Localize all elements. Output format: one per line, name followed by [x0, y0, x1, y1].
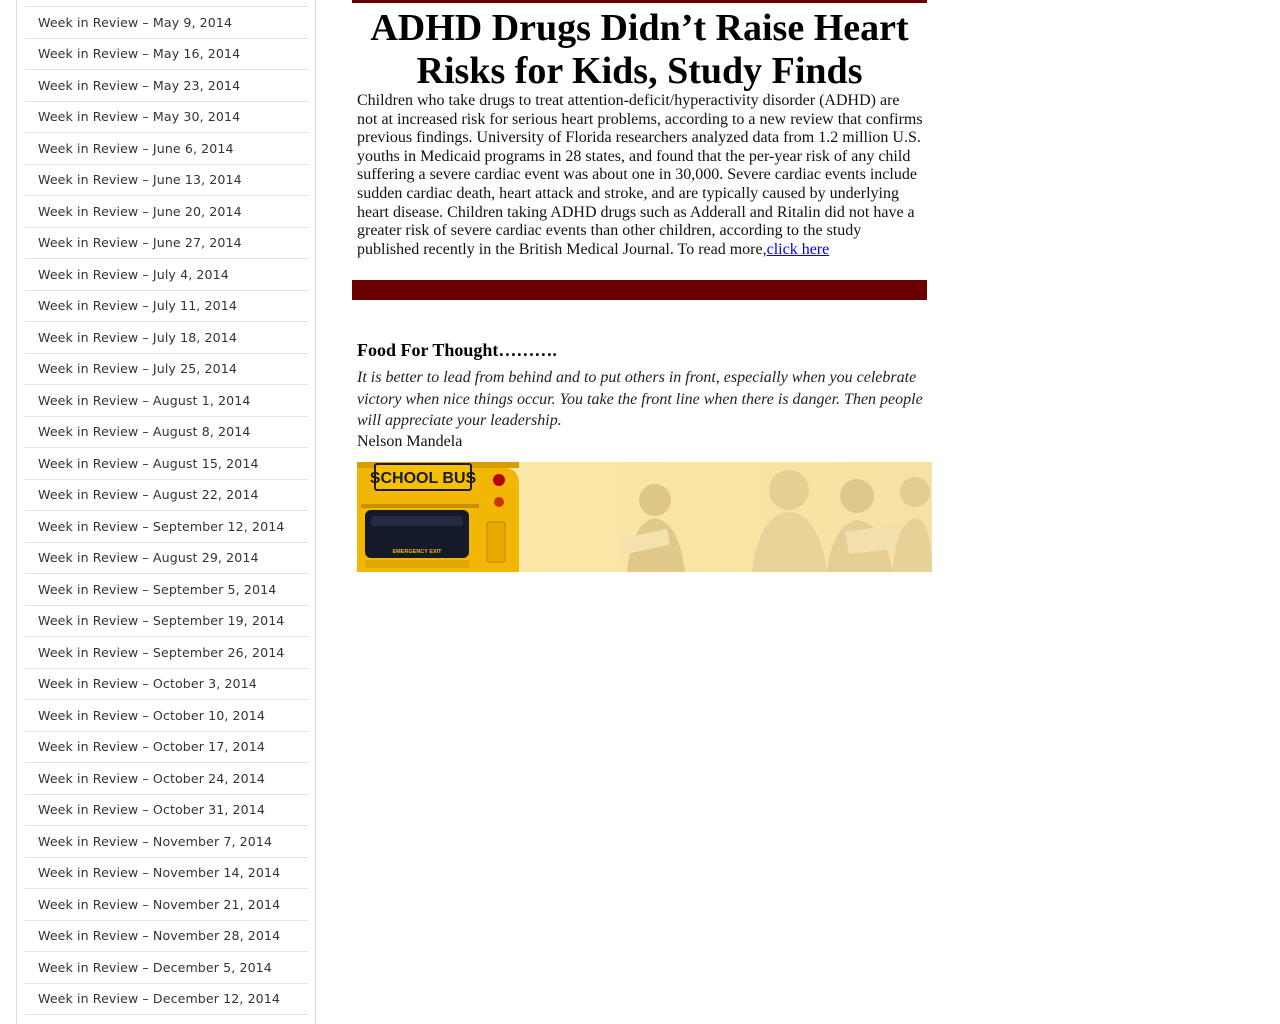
article-headline: ADHD Drugs Didn’t Raise Heart Risks for …: [370, 7, 909, 92]
archive-list-item: Week in Review – August 15, 2014: [25, 447, 308, 479]
archive-link[interactable]: Week in Review – September 19, 2014: [25, 613, 284, 628]
article-body: Children who take drugs to treat attenti…: [357, 92, 923, 259]
archive-link[interactable]: Week in Review – August 1, 2014: [25, 393, 250, 408]
archive-list-item: Week in Review – August 1, 2014: [25, 384, 308, 416]
top-divider: [352, 0, 927, 3]
archive-link[interactable]: Week in Review – August 15, 2014: [25, 456, 259, 471]
archive-list-item: Week in Review – November 14, 2014: [25, 856, 308, 889]
archive-link[interactable]: Week in Review – May 30, 2014: [25, 109, 240, 124]
archive-list-item: Week in Review – November 7, 2014: [25, 825, 308, 857]
archive-list-item: Week in Review – December 12, 2014: [25, 982, 308, 1015]
quote-author: Nelson Mandela: [357, 433, 463, 450]
bus-door-label: EMERGENCY EXIT: [392, 549, 442, 555]
archive-list-item: Week in Review – July 25, 2014: [25, 352, 308, 385]
archive-link[interactable]: Week in Review – September 5, 2014: [25, 582, 276, 597]
archive-list-item: Week in Review – October 17, 2014: [25, 730, 308, 763]
archive-link[interactable]: Week in Review – August 22, 2014: [25, 487, 259, 502]
archive-link[interactable]: Week in Review – November 7, 2014: [25, 834, 272, 849]
archive-link[interactable]: Week in Review – September 12, 2014: [25, 519, 284, 534]
archive-link[interactable]: Week in Review – June 27, 2014: [25, 235, 242, 250]
archive-link[interactable]: Week in Review – May 9, 2014: [25, 15, 232, 30]
school-banner-graphic: SCHOOL BUS EMERGENCY EXIT: [357, 462, 932, 572]
archive-link[interactable]: Week in Review – November 14, 2014: [25, 865, 280, 880]
archive-list-item: Week in Review – May 16, 2014: [25, 37, 308, 70]
archive-list-item: Week in Review – October 10, 2014: [25, 699, 308, 731]
school-banner-image: SCHOOL BUS EMERGENCY EXIT: [357, 462, 932, 572]
archive-list-item: Week in Review – September 5, 2014: [25, 573, 308, 605]
archive-link[interactable]: Week in Review – August 29, 2014: [25, 550, 259, 565]
archive-list-item: Week in Review – September 12, 2014: [25, 510, 308, 542]
food-for-thought-quote: It is better to lead from behind and to …: [357, 369, 923, 429]
school-bus-sign-text: SCHOOL BUS: [370, 470, 477, 487]
archive-link[interactable]: Week in Review – July 25, 2014: [25, 361, 237, 376]
archive-link[interactable]: Week in Review – July 18, 2014: [25, 330, 237, 345]
archive-list-item: Week in Review – May 30, 2014: [25, 100, 308, 133]
archive-link[interactable]: Week in Review – June 13, 2014: [25, 172, 242, 187]
archive-link[interactable]: Week in Review – June 20, 2014: [25, 204, 242, 219]
archive-list-item: Week in Review – October 24, 2014: [25, 762, 308, 794]
archive-list-item: Week in Review – July 11, 2014: [25, 289, 308, 322]
archive-link[interactable]: Week in Review – November 28, 2014: [25, 928, 280, 943]
archive-list: Week in Review – May 9, 2014 Week in Revi…: [25, 6, 308, 1015]
sidebar-archive: Week in Review – May 9, 2014 Week in Revi…: [16, 0, 316, 1024]
bus-light: [493, 474, 505, 486]
archive-link[interactable]: Week in Review – May 23, 2014: [25, 78, 240, 93]
archive-link[interactable]: Week in Review – May 16, 2014: [25, 46, 240, 61]
archive-list-item: Week in Review – September 19, 2014: [25, 604, 308, 637]
archive-link[interactable]: Week in Review – July 11, 2014: [25, 298, 237, 313]
archive-link[interactable]: Week in Review – June 6, 2014: [25, 141, 234, 156]
archive-list-item: Week in Review – September 26, 2014: [25, 636, 308, 668]
archive-list-item: Week in Review – June 6, 2014: [25, 132, 308, 164]
archive-list-item: Week in Review – October 3, 2014: [25, 667, 308, 700]
read-more-link[interactable]: click here: [767, 241, 830, 258]
archive-list-item: Week in Review – June 27, 2014: [25, 226, 308, 259]
archive-list-item: Week in Review – October 31, 2014: [25, 793, 308, 826]
archive-link[interactable]: Week in Review – October 17, 2014: [25, 739, 265, 754]
school-bus-illustration: SCHOOL BUS EMERGENCY EXIT: [357, 462, 519, 572]
archive-list-item: Week in Review – June 13, 2014: [25, 163, 308, 196]
archive-list-item: Week in Review – August 29, 2014: [25, 541, 308, 574]
archive-link[interactable]: Week in Review – August 8, 2014: [25, 424, 250, 439]
archive-list-item: Week in Review – November 28, 2014: [25, 919, 308, 952]
section-divider-bar: [352, 280, 927, 300]
archive-list-item: Week in Review – November 21, 2014: [25, 888, 308, 920]
archive-link[interactable]: Week in Review – December 5, 2014: [25, 960, 272, 975]
archive-link[interactable]: Week in Review – July 4, 2014: [25, 267, 229, 282]
archive-list-item: Week in Review – July 18, 2014: [25, 321, 308, 353]
archive-link[interactable]: Week in Review – October 10, 2014: [25, 708, 265, 723]
archive-link[interactable]: Week in Review – October 31, 2014: [25, 802, 265, 817]
archive-list-item: Week in Review – December 5, 2014: [25, 951, 308, 983]
archive-list-item: Week in Review – May 9, 2014: [25, 6, 308, 38]
article-body-text: Children who take drugs to treat attenti…: [357, 92, 923, 258]
archive-link[interactable]: Week in Review – December 12, 2014: [25, 991, 280, 1006]
archive-link[interactable]: Week in Review – November 21, 2014: [25, 897, 280, 912]
archive-link[interactable]: Week in Review – September 26, 2014: [25, 645, 284, 660]
archive-list-item: Week in Review – May 23, 2014: [25, 69, 308, 101]
food-for-thought-heading: Food For Thought……….: [357, 340, 557, 360]
archive-list-item: Week in Review – June 20, 2014: [25, 195, 308, 227]
archive-list-item: Week in Review – August 8, 2014: [25, 415, 308, 448]
archive-list-item: Week in Review – July 4, 2014: [25, 258, 308, 290]
archive-list-item: Week in Review – August 22, 2014: [25, 478, 308, 511]
archive-link[interactable]: Week in Review – October 3, 2014: [25, 676, 257, 691]
archive-link[interactable]: Week in Review – October 24, 2014: [25, 771, 265, 786]
